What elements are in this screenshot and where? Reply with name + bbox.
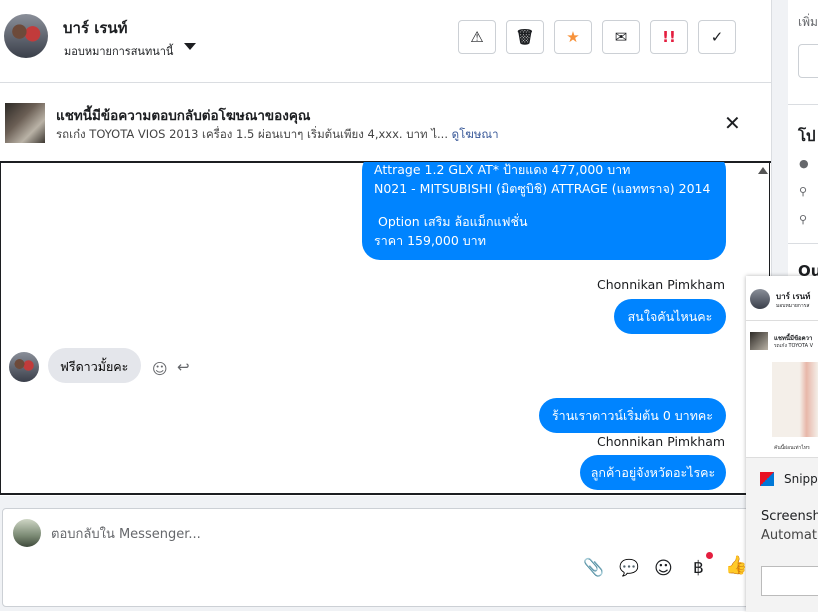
ad-banner-subtitle: รถเก๋ง TOYOTA VIOS 2013 เครื่อง 1.5 ผ่อน… — [56, 126, 499, 144]
react-emoji-icon[interactable]: ☺ — [152, 360, 168, 378]
message-line: ราคา 159,000 บาท — [374, 233, 486, 248]
message-bubble-incoming: ฟรีดาวมั้ยคะ — [48, 348, 141, 383]
ad-reply-banner: แชทนี้มีข้อความตอบกลับต่อโฆษณาของคุณ รถเ… — [0, 83, 771, 163]
emoji-icon[interactable]: ☺ — [654, 558, 673, 579]
sender-name: Chonnikan Pimkham — [597, 434, 726, 449]
notification-app-name: Snipp — [784, 472, 818, 486]
preview-caption: คันนี้ผ่อนเท่าไหร — [774, 445, 810, 451]
attachment-icon[interactable]: 📎 — [583, 558, 604, 578]
contact-name[interactable]: บาร์ เรนท์ — [63, 16, 128, 40]
check-button[interactable]: ✓ — [698, 20, 736, 54]
payment-baht-icon[interactable]: ฿ — [693, 558, 704, 578]
divider — [788, 104, 818, 105]
message-line: Attrage 1.2 GLX AT* ป้ายแดง 477,000 บาท — [374, 162, 631, 177]
preview-avatar — [750, 289, 770, 309]
conversation-panel: บาร์ เรนท์ มอบหมายการสนทนานี้ ⚠ 🗑 ★ ✉!! ✓ แช… — [0, 0, 771, 611]
notification-title: Screensho — [761, 509, 818, 524]
conversation-header: บาร์ เรนท์ มอบหมายการสนทนานี้ ⚠ 🗑 ★ ✉!! ✓ — [0, 0, 771, 83]
message-bubble-outgoing: ร้านเราดาวน์เริ่มต้น 0 บาทคะ — [539, 398, 726, 433]
saved-replies-icon[interactable]: 💬 — [619, 558, 639, 577]
add-field-button[interactable] — [798, 44, 818, 78]
close-icon[interactable]: ✕ — [724, 113, 741, 133]
sender-name: Chonnikan Pimkham — [597, 277, 726, 292]
contact-avatar-small — [9, 352, 39, 382]
message-line: Option เสริม ล้อแม็กแฟชั่น — [378, 214, 528, 229]
snipping-tool-icon — [760, 472, 774, 486]
divider — [746, 320, 818, 321]
preview-ad-sub: รถเก๋ง TOYOTA V — [774, 343, 814, 349]
ad-thumbnail — [5, 103, 45, 143]
warning-icon: ⚠ — [470, 28, 484, 46]
notification-body: Automati — [761, 528, 818, 543]
assign-conversation-label[interactable]: มอบหมายการสนทนานี้ — [64, 42, 173, 60]
clock-icon: ● — [799, 157, 809, 170]
snipping-tool-notification[interactable]: Snipp Screensho Automati — [746, 457, 818, 612]
view-ad-link[interactable]: ดูโฆษณา — [452, 127, 499, 141]
ad-banner-title: แชทนี้มีข้อความตอบกลับต่อโฆษณาของคุณ — [56, 108, 311, 124]
ad-subtitle-text: รถเก๋ง TOYOTA VIOS 2013 เครื่อง 1.5 ผ่อน… — [56, 127, 448, 141]
reply-arrow-icon[interactable]: ↩ — [177, 358, 190, 376]
trash-icon: 🗑 — [515, 28, 535, 46]
check-icon: ✓ — [710, 28, 724, 46]
scroll-up-arrow-icon[interactable] — [758, 167, 768, 174]
page-avatar — [13, 519, 41, 547]
location-icon: ⚲ — [799, 213, 808, 226]
thumbs-up-icon[interactable]: 👍 — [725, 555, 747, 576]
star-button[interactable]: ★ — [554, 20, 592, 54]
mail-open-button[interactable]: ✉ — [602, 20, 640, 54]
reply-composer[interactable]: ตอบกลับใน Messenger... 📎 💬 ☺ ฿ 👍 — [2, 508, 768, 607]
preview-sub: มอบหมายการส — [776, 303, 810, 309]
trash-button[interactable]: 🗑 — [506, 20, 544, 54]
contact-avatar[interactable] — [4, 14, 48, 58]
priority-icon: !! — [662, 28, 676, 46]
message-line: N021 - MITSUBISHI (มิตซูบิชิ) ATTRAGE (แ… — [374, 181, 711, 196]
add-label: เพิ่ม — [798, 15, 818, 29]
message-bubble-outgoing: ลูกค้าอยู่จังหวัดอะไรคะ — [580, 455, 726, 490]
location-icon: ⚲ — [799, 185, 808, 198]
message-bubble-outgoing: สนใจคันไหนคะ — [614, 299, 726, 334]
divider — [788, 243, 818, 244]
notification-action-button[interactable] — [761, 566, 818, 596]
reply-input[interactable]: ตอบกลับใน Messenger... — [51, 523, 201, 544]
mail-open-icon: ✉ — [614, 28, 628, 46]
message-thread[interactable]: Attrage 1.2 GLX AT* ป้ายแดง 477,000 บาท … — [0, 162, 770, 495]
star-icon: ★ — [566, 28, 580, 46]
profile-section-title: โป — [798, 127, 816, 145]
preview-image — [772, 362, 818, 437]
notification-dot — [706, 552, 713, 559]
priority-button[interactable]: !! — [650, 20, 688, 54]
reply-area: ตอบกลับใน Messenger... 📎 💬 ☺ ฿ 👍 — [0, 496, 771, 611]
warning-button[interactable]: ⚠ — [458, 20, 496, 54]
chevron-down-icon[interactable] — [184, 43, 196, 50]
preview-ad-thumb — [750, 332, 768, 350]
message-bubble-outgoing: Attrage 1.2 GLX AT* ป้ายแดง 477,000 บาท … — [362, 162, 726, 260]
